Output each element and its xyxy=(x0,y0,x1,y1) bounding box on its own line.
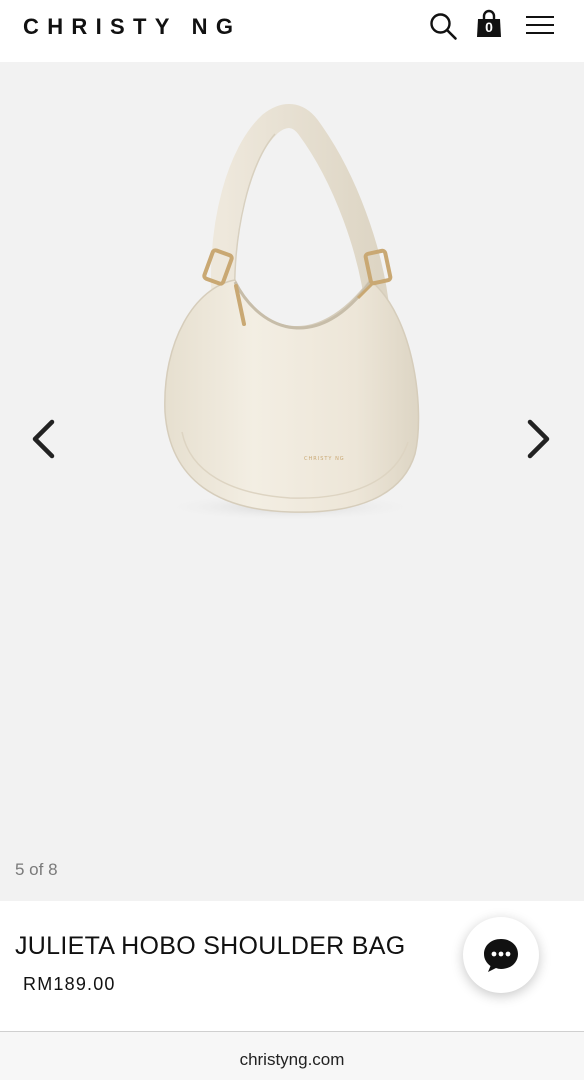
brand-logo[interactable]: CHRISTY NG xyxy=(23,12,241,42)
svg-text:CHRISTY NG: CHRISTY NG xyxy=(304,456,345,462)
chevron-left-icon[interactable] xyxy=(24,414,64,464)
search-icon[interactable] xyxy=(428,11,458,41)
site-header: CHRISTY NG 0 xyxy=(0,0,584,62)
cart-count-badge: 0 xyxy=(485,19,493,35)
hamburger-menu-icon[interactable] xyxy=(524,11,556,41)
product-info: JULIETA HOBO SHOULDER BAG RM189.00 xyxy=(0,901,584,1031)
product-image: CHRISTY NG xyxy=(160,104,420,521)
product-price: RM189.00 xyxy=(23,974,116,994)
image-counter: 5 of 8 xyxy=(15,860,58,879)
url-text[interactable]: christyng.com xyxy=(0,1049,584,1071)
chat-bubble-icon xyxy=(484,939,518,972)
product-image-gallery[interactable]: CHRISTY NG 5 of 8 xyxy=(0,62,584,901)
product-title: JULIETA HOBO SHOULDER BAG xyxy=(15,932,406,960)
chat-button[interactable] xyxy=(463,917,539,993)
browser-url-bar[interactable]: christyng.com xyxy=(0,1031,584,1080)
chevron-right-icon[interactable] xyxy=(518,414,558,464)
